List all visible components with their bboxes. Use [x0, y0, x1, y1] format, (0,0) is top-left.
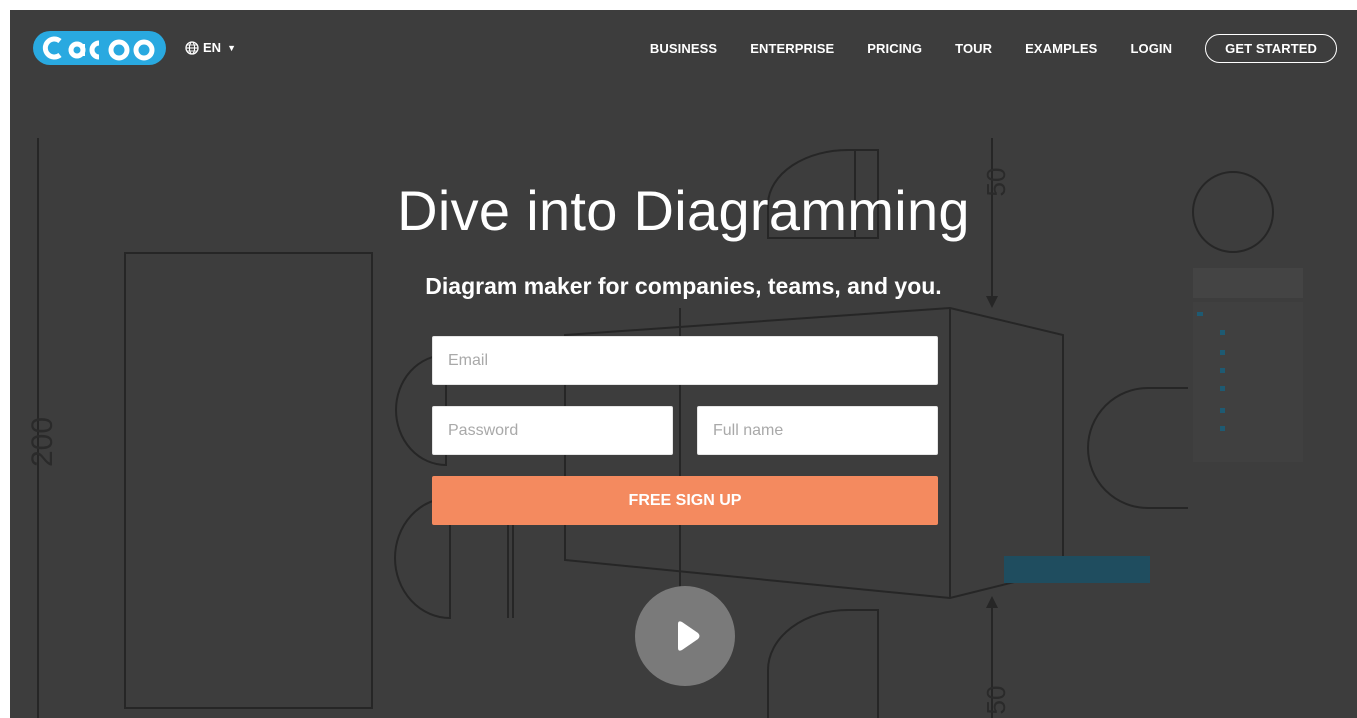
dimension-label-bottom: 50: [981, 686, 1011, 715]
nav-examples[interactable]: EXAMPLES: [1025, 41, 1097, 56]
diagram-rect: [124, 252, 373, 709]
free-sign-up-button[interactable]: FREE SIGN UP: [432, 476, 938, 525]
play-icon: [678, 621, 700, 651]
globe-icon: [185, 40, 199, 55]
nav-login[interactable]: LOGIN: [1130, 41, 1172, 56]
email-input[interactable]: [432, 336, 938, 385]
nav-pricing[interactable]: PRICING: [867, 41, 922, 56]
diagram-dome-bottom: [767, 609, 879, 718]
hero-section: 200 50 50 EN ▼ BUSINESS ENTERPRISE PRICI…: [10, 10, 1357, 718]
hero-subtitle: Diagram maker for companies, teams, and …: [425, 273, 942, 299]
caret-down-icon: ▼: [227, 42, 236, 53]
language-selector[interactable]: EN ▼: [185, 40, 236, 55]
hero-title: Dive into Diagramming: [397, 179, 970, 242]
diagram-semicircle-right: [1087, 387, 1188, 509]
cacoo-logo[interactable]: [32, 28, 168, 68]
nav-business[interactable]: BUSINESS: [650, 41, 717, 56]
faint-panel-list: [1193, 302, 1303, 462]
nav-enterprise[interactable]: ENTERPRISE: [750, 41, 834, 56]
main-nav: BUSINESS ENTERPRISE PRICING TOUR EXAMPLE…: [617, 34, 1337, 63]
play-video-button[interactable]: [635, 586, 735, 686]
nav-tour[interactable]: TOUR: [955, 41, 992, 56]
dimension-label-left: 200: [26, 417, 59, 467]
full-name-input[interactable]: [697, 406, 938, 455]
get-started-button[interactable]: GET STARTED: [1205, 34, 1337, 63]
faint-blue-bar: [1004, 556, 1150, 583]
language-label: EN: [203, 40, 222, 55]
password-input[interactable]: [432, 406, 673, 455]
